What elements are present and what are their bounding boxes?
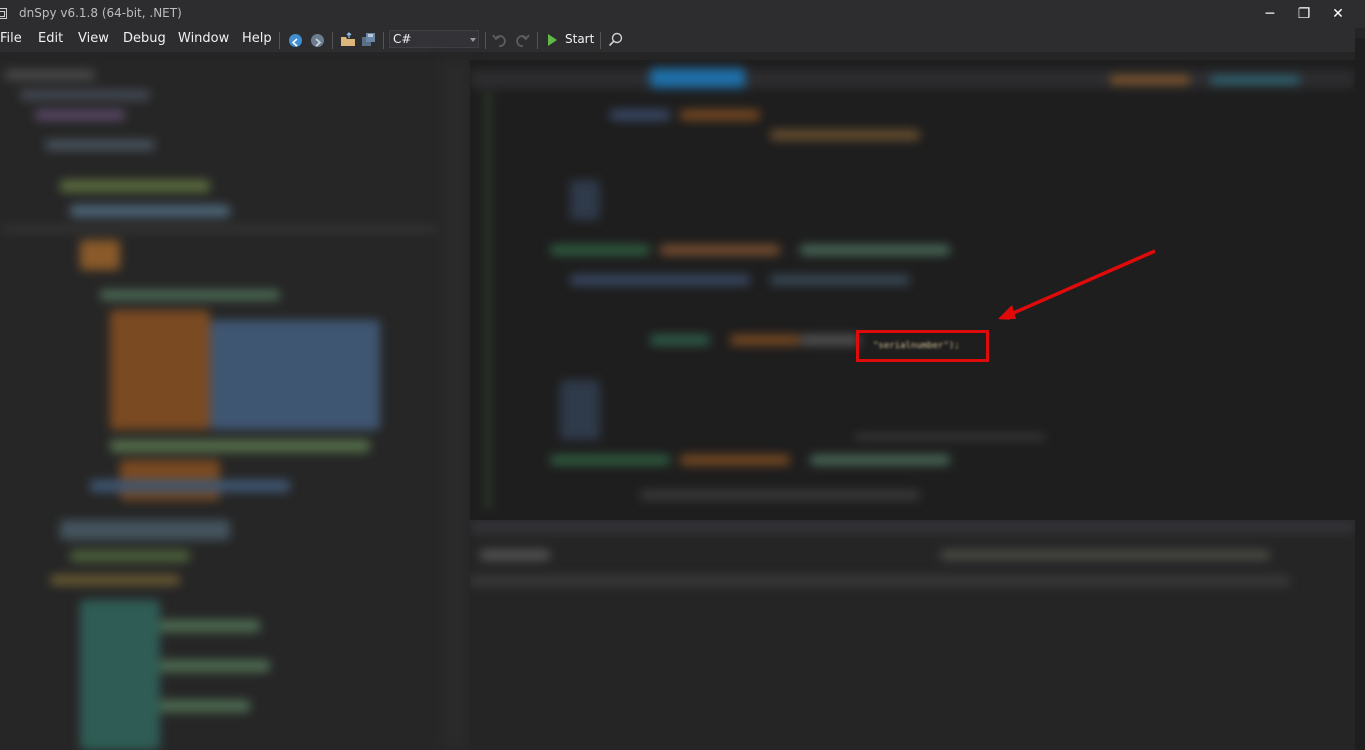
- annotation-arrow: [998, 249, 1156, 320]
- arrow-head: [998, 305, 1016, 319]
